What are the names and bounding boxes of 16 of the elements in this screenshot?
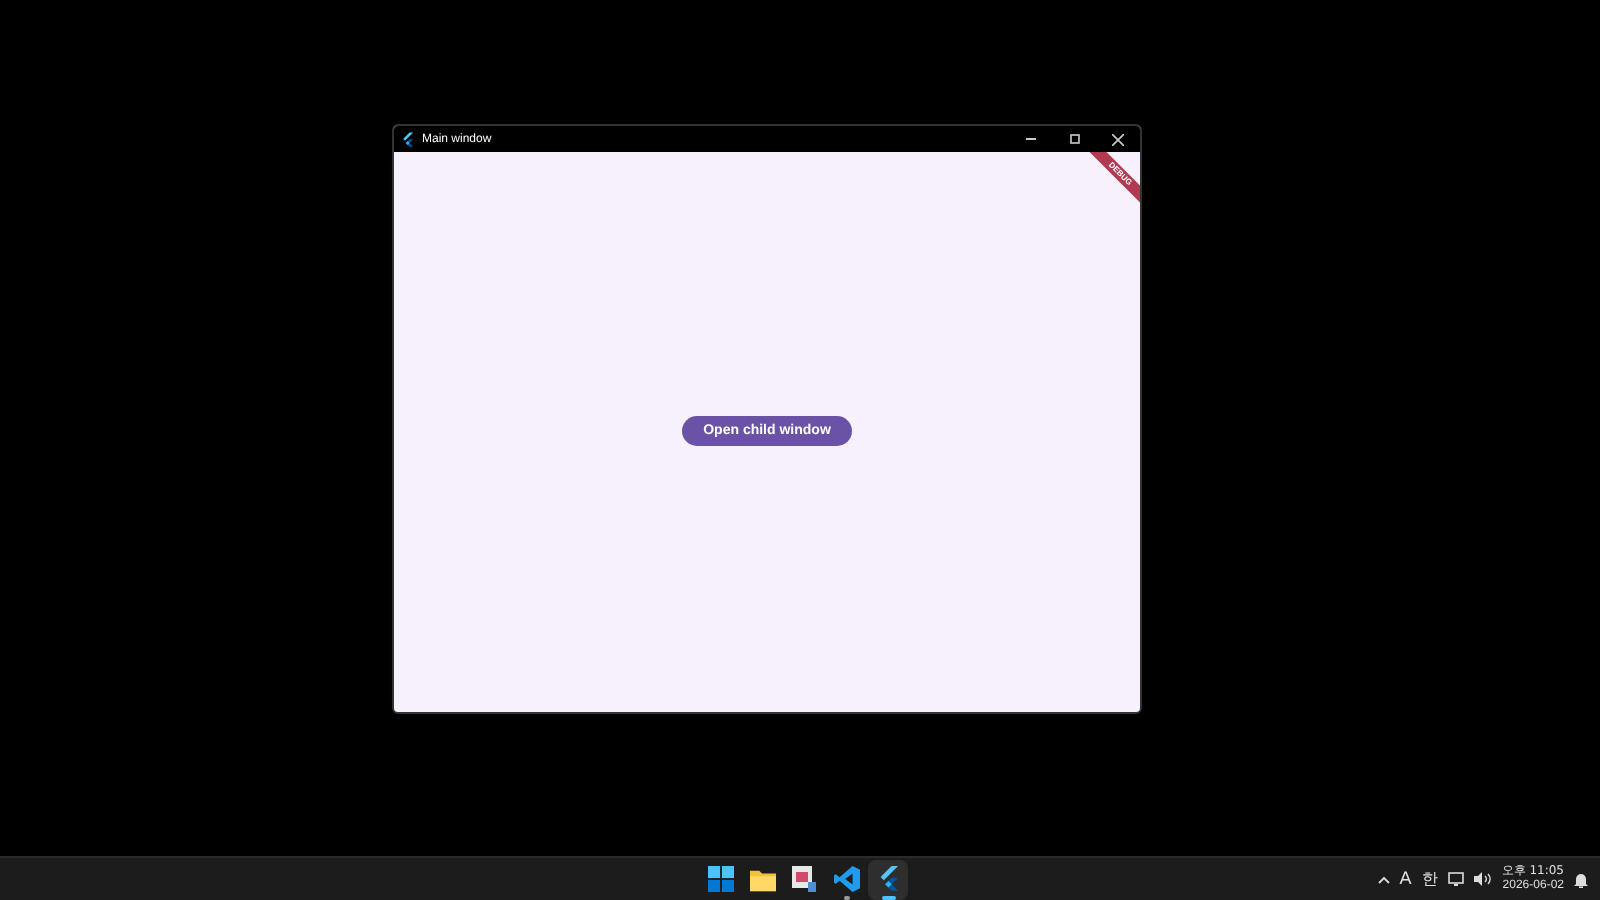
flutter-icon (877, 866, 899, 892)
monitor-icon[interactable] (1447, 872, 1464, 886)
windows-icon (707, 866, 733, 892)
notification-bell-icon[interactable] (1574, 871, 1588, 887)
language-indicator[interactable]: 한 (1421, 871, 1438, 887)
input-mode-indicator[interactable]: A (1399, 870, 1412, 888)
close-icon (1112, 133, 1124, 145)
flutter-logo-icon (402, 131, 414, 147)
maximize-icon (1069, 134, 1079, 144)
speaker-icon[interactable] (1473, 872, 1492, 886)
folder-icon (749, 867, 775, 891)
taskbar-app-button[interactable] (868, 859, 908, 899)
chevron-up-icon[interactable] (1377, 875, 1390, 883)
code-editor-icon (833, 866, 859, 892)
window-app-icon (792, 866, 816, 892)
minimize-icon (1025, 138, 1035, 140)
